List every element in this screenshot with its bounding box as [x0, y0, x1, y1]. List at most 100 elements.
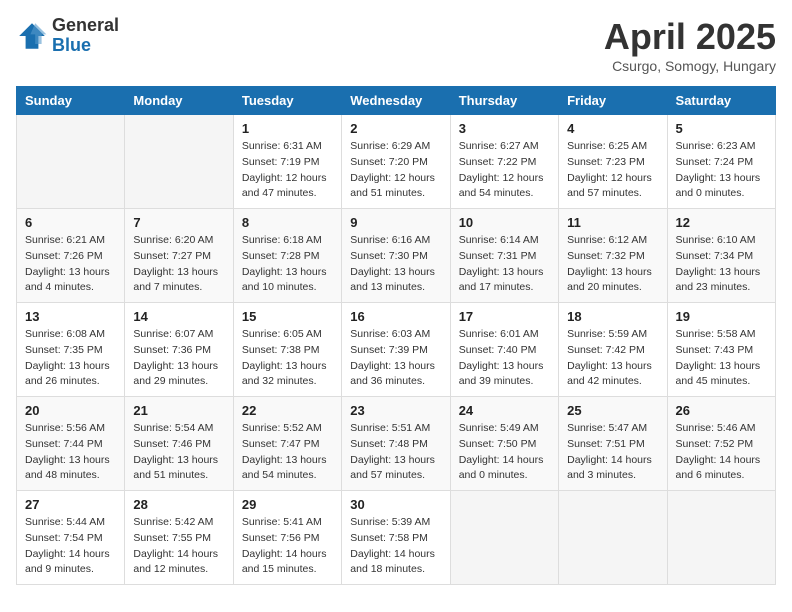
logo-general: General: [52, 16, 119, 36]
day-info: Sunrise: 6:14 AMSunset: 7:31 PMDaylight:…: [459, 233, 550, 296]
day-number: 12: [676, 215, 767, 230]
day-number: 25: [567, 403, 658, 418]
calendar-cell: 19Sunrise: 5:58 AMSunset: 7:43 PMDayligh…: [667, 303, 775, 397]
day-info: Sunrise: 5:59 AMSunset: 7:42 PMDaylight:…: [567, 327, 658, 390]
calendar-cell: 30 Sunrise: 5:39 AMSunset: 7:58 PMDayligh…: [342, 491, 450, 585]
weekday-header: Wednesday: [342, 87, 450, 115]
day-info: Sunrise: 5:51 AMSunset: 7:48 PMDaylight:…: [350, 421, 441, 484]
day-number: 23: [350, 403, 441, 418]
day-number: 2: [350, 121, 441, 136]
day-info: Sunrise: 6:16 AMSunset: 7:30 PMDaylight:…: [350, 233, 441, 296]
calendar-cell: 23 Sunrise: 5:51 AMSunset: 7:48 PMDayligh…: [342, 397, 450, 491]
day-number: 1: [242, 121, 333, 136]
weekday-header: Monday: [125, 87, 233, 115]
calendar-cell: 12 Sunrise: 6:10 AMSunset: 7:34 PMDayligh…: [667, 209, 775, 303]
weekday-header: Sunday: [17, 87, 125, 115]
calendar-table: SundayMondayTuesdayWednesdayThursdayFrid…: [16, 86, 776, 585]
calendar-cell: 18 Sunrise: 5:59 AMSunset: 7:42 PMDayligh…: [559, 303, 667, 397]
day-number: 5: [676, 121, 767, 136]
day-number: 6: [25, 215, 116, 230]
day-info: Sunrise: 6:23 AMSunset: 7:24 PMDaylight:…: [676, 139, 767, 202]
day-number: 4: [567, 121, 658, 136]
calendar-cell: 25 Sunrise: 5:47 AMSunset: 7:51 PMDayligh…: [559, 397, 667, 491]
calendar-cell: 13 Sunrise: 6:08 AMSunset: 7:35 PMDayligh…: [17, 303, 125, 397]
calendar-cell: 16Sunrise: 6:03 AMSunset: 7:39 PMDayligh…: [342, 303, 450, 397]
calendar-cell: [450, 491, 558, 585]
day-info: Sunrise: 5:49 AMSunset: 7:50 PMDaylight:…: [459, 421, 550, 484]
weekday-header: Tuesday: [233, 87, 341, 115]
day-info: Sunrise: 6:01 AMSunset: 7:40 PMDaylight:…: [459, 327, 550, 390]
day-info: Sunrise: 6:21 AMSunset: 7:26 PMDaylight:…: [25, 233, 116, 296]
weekday-header: Saturday: [667, 87, 775, 115]
day-info: Sunrise: 6:12 AMSunset: 7:32 PMDaylight:…: [567, 233, 658, 296]
calendar-cell: 11 Sunrise: 6:12 AMSunset: 7:32 PMDayligh…: [559, 209, 667, 303]
day-number: 24: [459, 403, 550, 418]
day-number: 22: [242, 403, 333, 418]
day-info: Sunrise: 6:10 AMSunset: 7:34 PMDaylight:…: [676, 233, 767, 296]
calendar-header-row: SundayMondayTuesdayWednesdayThursdayFrid…: [17, 87, 776, 115]
calendar-cell: 1 Sunrise: 6:31 AMSunset: 7:19 PMDaylight…: [233, 115, 341, 209]
calendar-cell: 10 Sunrise: 6:14 AMSunset: 7:31 PMDayligh…: [450, 209, 558, 303]
calendar-week-row: 6 Sunrise: 6:21 AMSunset: 7:26 PMDaylight…: [17, 209, 776, 303]
day-info: Sunrise: 5:54 AMSunset: 7:46 PMDaylight:…: [133, 421, 224, 484]
day-info: Sunrise: 6:08 AMSunset: 7:35 PMDaylight:…: [25, 327, 116, 390]
calendar-cell: 7 Sunrise: 6:20 AMSunset: 7:27 PMDaylight…: [125, 209, 233, 303]
day-number: 10: [459, 215, 550, 230]
calendar-week-row: 27 Sunrise: 5:44 AMSunset: 7:54 PMDayligh…: [17, 491, 776, 585]
day-info: Sunrise: 5:47 AMSunset: 7:51 PMDaylight:…: [567, 421, 658, 484]
day-number: 26: [676, 403, 767, 418]
calendar-cell: 28Sunrise: 5:42 AMSunset: 7:55 PMDayligh…: [125, 491, 233, 585]
calendar-cell: 15 Sunrise: 6:05 AMSunset: 7:38 PMDayligh…: [233, 303, 341, 397]
calendar-cell: 3Sunrise: 6:27 AMSunset: 7:22 PMDaylight…: [450, 115, 558, 209]
month-title: April 2025: [604, 16, 776, 58]
day-number: 7: [133, 215, 224, 230]
calendar-cell: [667, 491, 775, 585]
weekday-header: Thursday: [450, 87, 558, 115]
calendar-cell: [559, 491, 667, 585]
calendar-week-row: 13 Sunrise: 6:08 AMSunset: 7:35 PMDayligh…: [17, 303, 776, 397]
day-info: Sunrise: 6:27 AMSunset: 7:22 PMDaylight:…: [459, 139, 550, 202]
calendar-cell: 22Sunrise: 5:52 AMSunset: 7:47 PMDayligh…: [233, 397, 341, 491]
logo-icon: [16, 20, 48, 52]
day-number: 15: [242, 309, 333, 324]
day-info: Sunrise: 5:41 AMSunset: 7:56 PMDaylight:…: [242, 515, 333, 578]
day-info: Sunrise: 5:46 AMSunset: 7:52 PMDaylight:…: [676, 421, 767, 484]
day-number: 11: [567, 215, 658, 230]
calendar-cell: 4 Sunrise: 6:25 AMSunset: 7:23 PMDaylight…: [559, 115, 667, 209]
day-number: 14: [133, 309, 224, 324]
day-info: Sunrise: 6:05 AMSunset: 7:38 PMDaylight:…: [242, 327, 333, 390]
calendar-cell: 27 Sunrise: 5:44 AMSunset: 7:54 PMDayligh…: [17, 491, 125, 585]
day-info: Sunrise: 5:39 AMSunset: 7:58 PMDaylight:…: [350, 515, 441, 578]
logo-blue: Blue: [52, 36, 119, 56]
day-info: Sunrise: 6:07 AMSunset: 7:36 PMDaylight:…: [133, 327, 224, 390]
logo: General Blue: [16, 16, 119, 56]
day-number: 30: [350, 497, 441, 512]
location: Csurgo, Somogy, Hungary: [604, 58, 776, 74]
day-number: 18: [567, 309, 658, 324]
calendar-cell: 6 Sunrise: 6:21 AMSunset: 7:26 PMDaylight…: [17, 209, 125, 303]
logo-text: General Blue: [52, 16, 119, 56]
day-number: 21: [133, 403, 224, 418]
day-number: 8: [242, 215, 333, 230]
day-number: 27: [25, 497, 116, 512]
calendar-cell: 24 Sunrise: 5:49 AMSunset: 7:50 PMDayligh…: [450, 397, 558, 491]
day-number: 16: [350, 309, 441, 324]
day-number: 29: [242, 497, 333, 512]
calendar-cell: [125, 115, 233, 209]
title-block: April 2025 Csurgo, Somogy, Hungary: [604, 16, 776, 74]
day-info: Sunrise: 5:44 AMSunset: 7:54 PMDaylight:…: [25, 515, 116, 578]
day-number: 20: [25, 403, 116, 418]
calendar-cell: 8Sunrise: 6:18 AMSunset: 7:28 PMDaylight…: [233, 209, 341, 303]
calendar-cell: 5 Sunrise: 6:23 AMSunset: 7:24 PMDaylight…: [667, 115, 775, 209]
calendar-cell: 2Sunrise: 6:29 AMSunset: 7:20 PMDaylight…: [342, 115, 450, 209]
day-info: Sunrise: 6:20 AMSunset: 7:27 PMDaylight:…: [133, 233, 224, 296]
weekday-header: Friday: [559, 87, 667, 115]
day-info: Sunrise: 6:25 AMSunset: 7:23 PMDaylight:…: [567, 139, 658, 202]
calendar-cell: 21 Sunrise: 5:54 AMSunset: 7:46 PMDayligh…: [125, 397, 233, 491]
calendar-cell: 17Sunrise: 6:01 AMSunset: 7:40 PMDayligh…: [450, 303, 558, 397]
day-info: Sunrise: 6:31 AMSunset: 7:19 PMDaylight:…: [242, 139, 333, 202]
day-number: 13: [25, 309, 116, 324]
day-number: 28: [133, 497, 224, 512]
page-header: General Blue April 2025 Csurgo, Somogy, …: [16, 16, 776, 74]
calendar-week-row: 20Sunrise: 5:56 AMSunset: 7:44 PMDayligh…: [17, 397, 776, 491]
